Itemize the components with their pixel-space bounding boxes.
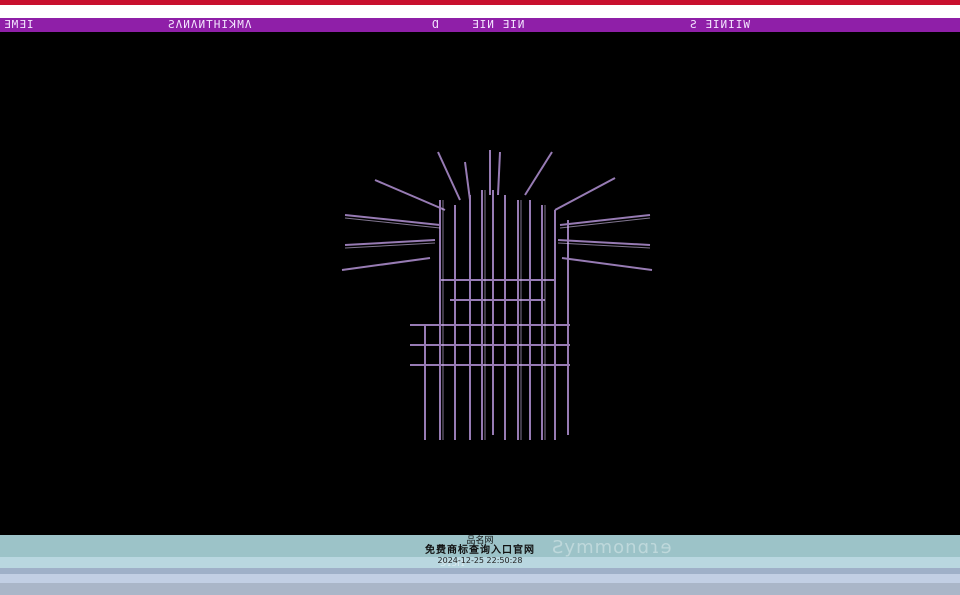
top-title-bar: ƎMƎI ƧɅИɅИTHIꓘMɅ Ɑ ƎIИ ƎIИ Ƨ ƎIИIIW <box>0 18 960 32</box>
top-bar-left-text: ƎMƎI <box>4 18 35 31</box>
caption-timestamp: 2024-12-25 22:50:28 <box>437 556 523 565</box>
top-bar-mid2-text: ƎIИ ƎIИ <box>472 18 526 31</box>
screen: ƎMƎI ƧɅИɅИTHIꓘMɅ Ɑ ƎIИ ƎIИ Ƨ ƎIИIIW Ƨymm… <box>0 0 960 595</box>
spiky-sculpture-artwork <box>330 140 660 450</box>
top-bar-center-text: ƧɅИɅИTHIꓘMɅ <box>168 18 253 31</box>
watermark-caption: 品名网 免费商标查询入口官网 2024-12-25 22:50:28 <box>0 535 960 571</box>
top-bar-right-text: Ƨ ƎIИIIW <box>690 18 751 31</box>
sculpture-illustration <box>341 150 653 440</box>
top-white-stripe <box>0 5 960 18</box>
banner-band-5 <box>0 583 960 595</box>
top-bar-mid-text: Ɑ <box>432 18 440 31</box>
banner-band-4 <box>0 574 960 583</box>
